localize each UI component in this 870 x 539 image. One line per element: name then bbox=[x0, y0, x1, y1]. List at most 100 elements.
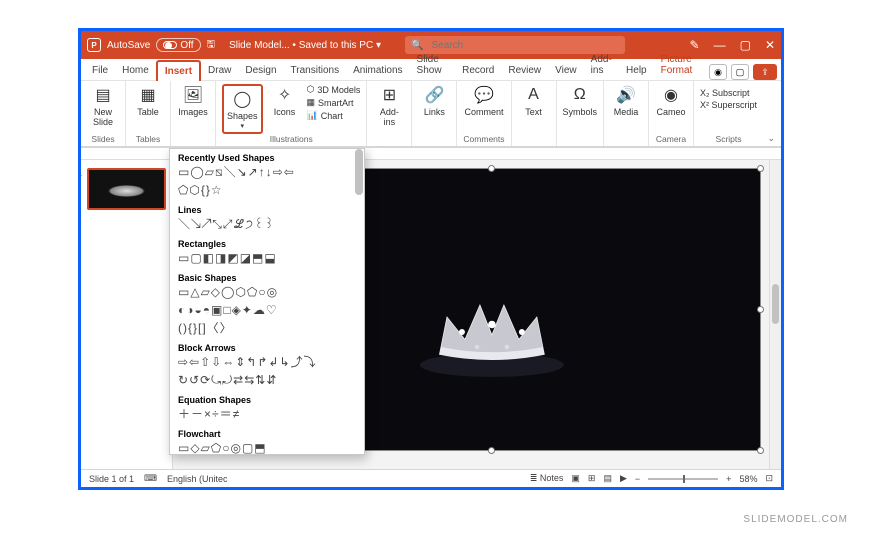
tab-transitions[interactable]: Transitions bbox=[284, 61, 347, 80]
thumbnail-pane[interactable]: 1 bbox=[81, 148, 173, 469]
section-lines: Lines bbox=[170, 201, 364, 217]
tab-view[interactable]: View bbox=[548, 61, 584, 80]
search-icon: 🔍 bbox=[411, 40, 423, 51]
group-tables: ▦Table Tables bbox=[126, 81, 171, 146]
tab-record[interactable]: Record bbox=[455, 61, 501, 80]
zoom-out-button[interactable]: − bbox=[635, 474, 640, 484]
addins-icon: ⊞ bbox=[378, 84, 400, 106]
comment-icon: 💬 bbox=[473, 84, 495, 106]
slide-counter[interactable]: Slide 1 of 1 bbox=[89, 474, 134, 484]
shapes-row[interactable]: ◐◑◒◓▣□◈✦☁♡ bbox=[170, 303, 364, 321]
tab-insert[interactable]: Insert bbox=[156, 60, 201, 81]
shapes-row[interactable]: ▭◇▱⬠○◎▢⬒ bbox=[170, 441, 364, 455]
record-circle-button[interactable]: ◉ bbox=[709, 64, 727, 80]
crown-image-content bbox=[374, 287, 610, 377]
shapes-row[interactable]: ▭△▱◇◯⬡⬠○◎ bbox=[170, 285, 364, 303]
shapes-dropdown[interactable]: Recently Used Shapes ▭◯▱⧅＼↘↗↑↓⇨⇦ ⬠⬡{}☆ L… bbox=[169, 148, 365, 455]
resize-handle[interactable] bbox=[488, 447, 495, 454]
media-button[interactable]: 🔊Media bbox=[610, 84, 642, 117]
images-button[interactable]: 🖼Images bbox=[177, 84, 209, 117]
superscript-button[interactable]: X² Superscript bbox=[700, 100, 757, 110]
view-slideshow-button[interactable]: ▶ bbox=[620, 473, 627, 484]
vertical-scrollbar[interactable] bbox=[769, 160, 781, 469]
resize-handle[interactable] bbox=[757, 447, 764, 454]
shapes-button[interactable]: ◯Shapes▾ bbox=[222, 84, 263, 134]
dropdown-scrollbar[interactable] bbox=[355, 149, 363, 195]
notes-button[interactable]: ≣ Notes bbox=[530, 473, 564, 484]
zoom-slider[interactable] bbox=[648, 478, 718, 480]
slide-thumbnail-1[interactable] bbox=[87, 168, 166, 210]
links-button[interactable]: 🔗Links bbox=[418, 84, 450, 117]
collapse-ribbon-button[interactable]: ⌄ bbox=[767, 133, 775, 144]
tab-help[interactable]: Help bbox=[619, 61, 654, 80]
document-title[interactable]: Slide Model... • Saved to this PC ▾ bbox=[229, 40, 381, 51]
shapes-row[interactable]: (){}[]〈〉 bbox=[170, 321, 364, 339]
resize-handle[interactable] bbox=[488, 165, 495, 172]
icons-icon: ✧ bbox=[274, 84, 296, 106]
zoom-level[interactable]: 58% bbox=[739, 474, 757, 484]
group-links: 🔗Links bbox=[412, 81, 457, 146]
3d-models-button[interactable]: ⬡3D Models bbox=[307, 84, 361, 95]
text-button[interactable]: AText bbox=[518, 84, 550, 117]
view-reading-button[interactable]: ▤ bbox=[603, 473, 612, 484]
cube-icon: ⬡ bbox=[307, 84, 315, 95]
smartart-button[interactable]: ▦SmartArt bbox=[307, 97, 361, 108]
shapes-row[interactable]: ↻↺⟳⤿⤾⇄⇆⇅⇵ bbox=[170, 373, 364, 391]
minimize-button[interactable]: — bbox=[714, 38, 726, 52]
view-normal-button[interactable]: ▣ bbox=[571, 473, 580, 484]
resize-handle[interactable] bbox=[757, 306, 764, 313]
shapes-row[interactable]: ＋－×÷＝≠ bbox=[170, 407, 364, 425]
icons-button[interactable]: ✧Icons bbox=[269, 84, 301, 117]
group-comments: 💬Comment Comments bbox=[457, 81, 511, 146]
close-button[interactable]: ✕ bbox=[765, 38, 775, 52]
view-sorter-button[interactable]: ⊞ bbox=[588, 473, 596, 484]
group-images: 🖼Images bbox=[171, 81, 216, 146]
autosave-toggle[interactable]: Off bbox=[156, 38, 200, 52]
text-icon: A bbox=[523, 84, 545, 106]
tab-file[interactable]: File bbox=[85, 61, 115, 80]
new-slide-icon: ▤ bbox=[92, 84, 114, 106]
subscript-button[interactable]: X₂ Subscript bbox=[700, 88, 757, 98]
section-arrows: Block Arrows bbox=[170, 339, 364, 355]
shapes-row[interactable]: ▭▢◧◨◩◪⬒⬓ bbox=[170, 251, 364, 269]
comment-button[interactable]: 💬Comment bbox=[464, 84, 503, 117]
tab-home[interactable]: Home bbox=[115, 61, 156, 80]
accessibility-icon[interactable]: ⌨ bbox=[144, 473, 157, 484]
cameo-icon: ◉ bbox=[660, 84, 682, 106]
table-button[interactable]: ▦Table bbox=[132, 84, 164, 117]
group-symbols: ΩSymbols bbox=[557, 81, 605, 146]
chart-button[interactable]: 📊Chart bbox=[307, 110, 361, 121]
tab-design[interactable]: Design bbox=[238, 61, 283, 80]
symbols-button[interactable]: ΩSymbols bbox=[563, 84, 598, 117]
group-text: AText bbox=[512, 81, 557, 146]
shapes-row[interactable]: ＼↘↗⤡⤢ℒ੭꒰꒱ bbox=[170, 217, 364, 235]
share-button[interactable]: ⇪ bbox=[753, 64, 777, 80]
table-icon: ▦ bbox=[137, 84, 159, 106]
maximize-button[interactable]: ▢ bbox=[740, 38, 751, 52]
new-slide-button[interactable]: ▤ New Slide bbox=[87, 84, 119, 127]
save-icon[interactable]: 🖫 bbox=[207, 37, 216, 54]
shapes-row[interactable]: ▭◯▱⧅＼↘↗↑↓⇨⇦ bbox=[170, 165, 364, 183]
language-status[interactable]: English (Unitec bbox=[167, 474, 228, 484]
ribbon: ▤ New Slide Slides ▦Table Tables 🖼Images… bbox=[81, 81, 781, 147]
section-rectangles: Rectangles bbox=[170, 235, 364, 251]
tab-addins[interactable]: Add-ins bbox=[584, 50, 619, 80]
cameo-button[interactable]: ◉Cameo bbox=[655, 84, 687, 117]
app-icon: P bbox=[87, 38, 101, 52]
smartart-icon: ▦ bbox=[307, 97, 316, 108]
zoom-in-button[interactable]: + bbox=[726, 474, 731, 484]
shapes-row[interactable]: ⇨⇦⇧⇩⇔⇕↰↱↲↳⤴⤵ bbox=[170, 355, 364, 373]
tab-slideshow[interactable]: Slide Show bbox=[410, 50, 456, 80]
addins-button[interactable]: ⊞Add- ins bbox=[373, 84, 405, 127]
section-equation: Equation Shapes bbox=[170, 391, 364, 407]
shapes-row[interactable]: ⬠⬡{}☆ bbox=[170, 183, 364, 201]
tab-review[interactable]: Review bbox=[501, 61, 548, 80]
tab-animations[interactable]: Animations bbox=[346, 61, 409, 80]
shapes-icon: ◯ bbox=[231, 88, 253, 110]
present-button[interactable]: ▢ bbox=[731, 64, 749, 80]
fit-to-window-button[interactable]: ⊡ bbox=[765, 473, 773, 484]
resize-handle[interactable] bbox=[757, 165, 764, 172]
tab-draw[interactable]: Draw bbox=[201, 61, 238, 80]
group-slides: ▤ New Slide Slides bbox=[81, 81, 126, 146]
tab-picture-format[interactable]: Picture Format bbox=[654, 50, 709, 80]
